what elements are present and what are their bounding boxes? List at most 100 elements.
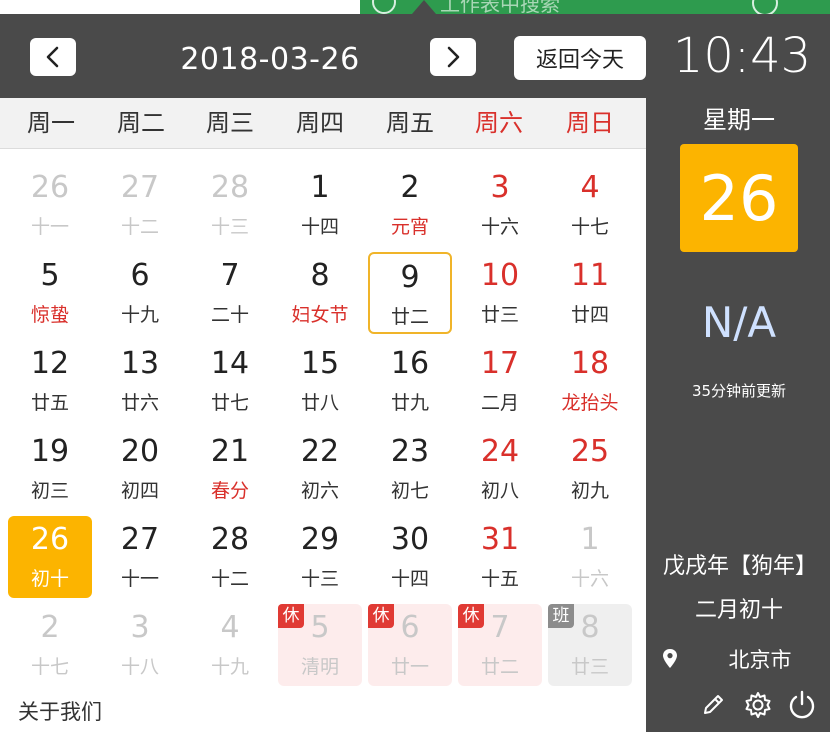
lunar-day: 初八 (480, 480, 519, 502)
day-cell[interactable]: 5 惊蛰 (8, 252, 92, 334)
lunar-day: 廿七 (210, 392, 249, 414)
day-cell[interactable]: 25 初九 (548, 428, 632, 510)
lunar-day: 十七 (570, 216, 609, 238)
prev-month-button[interactable] (30, 38, 76, 76)
day-number: 15 (300, 346, 340, 381)
day-cell[interactable]: 28 十三 (188, 164, 272, 246)
lunar-day: 十六 (570, 568, 609, 590)
day-number: 20 (120, 434, 160, 469)
day-cell[interactable]: 15 廿八 (278, 340, 362, 422)
day-cell[interactable]: 11 廿四 (548, 252, 632, 334)
day-number: 28 (210, 522, 250, 557)
day-cell[interactable]: 10 廿三 (458, 252, 542, 334)
day-number: 2 (400, 170, 420, 205)
day-cell[interactable]: 30 十四 (368, 516, 452, 598)
day-cell[interactable]: 29 十三 (278, 516, 362, 598)
day-cell[interactable]: 28 十二 (188, 516, 272, 598)
edit-button[interactable] (696, 688, 730, 722)
holiday-badge: 休 (458, 604, 484, 628)
day-cell[interactable]: 7 二十 (188, 252, 272, 334)
day-cell[interactable]: 5 清明休 (278, 604, 362, 686)
back-to-today-button[interactable]: 返回今天 (514, 36, 646, 80)
weather-update-time: 35分钟前更新 (691, 382, 787, 400)
day-cell[interactable]: 22 初六 (278, 428, 362, 510)
day-cell[interactable]: 27 十一 (98, 516, 182, 598)
day-cell[interactable]: 26 初十 (8, 516, 92, 598)
day-cell[interactable]: 31 十五 (458, 516, 542, 598)
weather-value: N/A (701, 298, 777, 347)
day-cell[interactable]: 8 廿三班 (548, 604, 632, 686)
day-cell[interactable]: 7 廿二休 (458, 604, 542, 686)
location-city[interactable]: 北京市 (700, 644, 820, 674)
lunar-day: 廿五 (30, 392, 69, 414)
day-number: 12 (30, 346, 70, 381)
lunar-day: 廿六 (120, 392, 159, 414)
day-cell[interactable]: 6 十九 (98, 252, 182, 334)
day-cell[interactable]: 19 初三 (8, 428, 92, 510)
day-number: 8 (310, 258, 330, 293)
lunar-day: 元宵 (390, 216, 429, 238)
lunar-day: 廿八 (300, 392, 339, 414)
day-cell[interactable]: 20 初四 (98, 428, 182, 510)
day-number: 28 (210, 170, 250, 205)
day-number: 10 (480, 258, 520, 293)
day-cell[interactable]: 16 廿九 (368, 340, 452, 422)
day-number: 1 (580, 522, 600, 557)
side-weekday: 星期一 (703, 106, 775, 134)
day-cell[interactable]: 23 初七 (368, 428, 452, 510)
lunar-day: 廿四 (570, 304, 609, 326)
day-cell[interactable]: 2 元宵 (368, 164, 452, 246)
lunar-day: 十五 (480, 568, 519, 590)
day-number: 26 (30, 170, 70, 205)
day-number: 3 (130, 610, 150, 645)
next-month-button[interactable] (430, 38, 476, 76)
day-number: 17 (480, 346, 520, 381)
day-cell[interactable]: 4 十七 (548, 164, 632, 246)
day-cell[interactable]: 3 十八 (98, 604, 182, 686)
day-cell[interactable]: 21 春分 (188, 428, 272, 510)
day-cell[interactable]: 9 廿二 (368, 252, 452, 334)
day-cell[interactable]: 4 十九 (188, 604, 272, 686)
settings-button[interactable] (741, 688, 775, 722)
day-number: 1 (310, 170, 330, 205)
day-number: 27 (120, 170, 160, 205)
day-cell[interactable]: 14 廿七 (188, 340, 272, 422)
day-cell[interactable]: 12 廿五 (8, 340, 92, 422)
lunar-day: 廿九 (390, 392, 429, 414)
day-number: 30 (390, 522, 430, 557)
lunar-day: 妇女节 (291, 304, 349, 326)
about-us-link[interactable]: 关于我们 (18, 696, 102, 726)
lunar-day: 二月 (480, 392, 519, 414)
day-number: 6 (130, 258, 150, 293)
power-button[interactable] (785, 688, 819, 722)
lunar-day: 初七 (390, 480, 429, 502)
lunar-day: 十九 (120, 304, 159, 326)
day-number: 13 (120, 346, 160, 381)
chevron-right-icon (447, 46, 460, 68)
weekday-label: 周日 (566, 109, 614, 137)
location-icon (663, 649, 677, 668)
day-number: 4 (220, 610, 240, 645)
day-cell[interactable]: 2 十七 (8, 604, 92, 686)
lunar-date: 二月初十 (694, 598, 783, 623)
day-cell[interactable]: 17 二月 (458, 340, 542, 422)
clock: 10:43 (672, 28, 812, 84)
day-cell[interactable]: 24 初八 (458, 428, 542, 510)
day-number: 3 (490, 170, 510, 205)
day-cell[interactable]: 26 十一 (8, 164, 92, 246)
day-cell[interactable]: 18 龙抬头 (548, 340, 632, 422)
day-number: 21 (210, 434, 250, 469)
day-cell[interactable]: 1 十四 (278, 164, 362, 246)
day-cell[interactable]: 1 十六 (548, 516, 632, 598)
day-cell[interactable]: 13 廿六 (98, 340, 182, 422)
weekday-label: 周五 (386, 109, 434, 137)
day-number: 29 (300, 522, 340, 557)
day-cell[interactable]: 6 廿一休 (368, 604, 452, 686)
day-cell[interactable]: 8 妇女节 (278, 252, 362, 334)
lunar-day: 廿一 (390, 656, 429, 678)
day-number: 4 (580, 170, 600, 205)
day-number: 16 (390, 346, 430, 381)
day-cell[interactable]: 27 十二 (98, 164, 182, 246)
weekday-label: 周六 (475, 109, 523, 137)
day-cell[interactable]: 3 十六 (458, 164, 542, 246)
